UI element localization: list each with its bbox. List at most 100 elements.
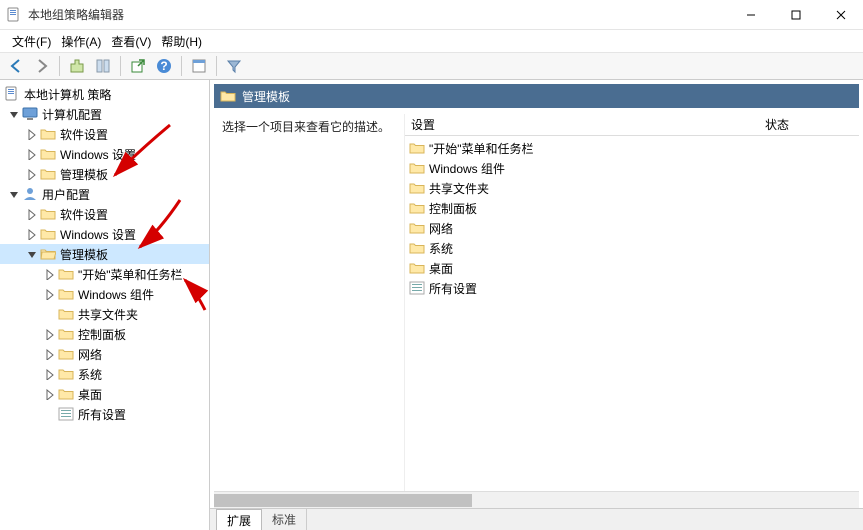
tree-computer-config[interactable]: 计算机配置 [0,104,209,124]
expand-icon[interactable] [44,368,56,380]
tree-root[interactable]: 本地计算机 策略 [0,84,209,104]
policy-icon [4,86,20,102]
export-button[interactable] [126,54,150,78]
list-item[interactable]: 系统 [405,238,859,258]
tree-user-admin[interactable]: 管理模板 [0,244,209,264]
tree-admin-windows-components[interactable]: Windows 组件 [0,284,209,304]
user-icon [22,186,38,202]
tree-user-config[interactable]: 用户配置 [0,184,209,204]
expand-icon[interactable] [44,268,56,280]
folder-icon [58,306,74,322]
menu-file[interactable]: 文件(F) [8,31,55,52]
item-label: Windows 组件 [429,160,505,177]
folder-icon [40,146,56,162]
folder-icon [58,346,74,362]
tree-admin-shared-folders[interactable]: 共享文件夹 [0,304,209,324]
tree-label: 管理模板 [60,246,108,263]
expand-icon[interactable] [44,328,56,340]
tree-computer-admin[interactable]: 管理模板 [0,164,209,184]
tree-label: 控制面板 [78,326,126,343]
tree-label: 系统 [78,366,102,383]
properties-button[interactable] [187,54,211,78]
separator [59,56,60,76]
show-hide-tree-button[interactable] [91,54,115,78]
tree-label: 网络 [78,346,102,363]
menu-help[interactable]: 帮助(H) [157,31,206,52]
toolbar [0,52,863,80]
tree-admin-network[interactable]: 网络 [0,344,209,364]
tree-label: 本地计算机 策略 [24,86,111,103]
list-item[interactable]: 桌面 [405,258,859,278]
help-button[interactable] [152,54,176,78]
maximize-button[interactable] [773,0,818,30]
expand-icon[interactable] [44,288,56,300]
expand-icon[interactable] [8,108,20,120]
column-state[interactable]: 状态 [765,116,845,133]
menu-bar: 文件(F) 操作(A) 查看(V) 帮助(H) [0,30,863,52]
tree-label: 所有设置 [78,406,126,423]
computer-icon [22,106,38,122]
expand-icon[interactable] [44,388,56,400]
expand-icon[interactable] [44,348,56,360]
menu-view[interactable]: 查看(V) [107,31,155,52]
folder-icon [220,88,236,104]
row-list[interactable]: "开始"菜单和任务栏 Windows 组件 共享文件夹 控制面板 网络 系统 桌… [405,136,859,491]
item-label: 网络 [429,220,453,237]
tree-user-software[interactable]: 软件设置 [0,204,209,224]
settings-list: 设置 状态 "开始"菜单和任务栏 Windows 组件 共享文件夹 控制面板 网… [404,114,859,491]
back-button[interactable] [4,54,28,78]
tree-label: 管理模板 [60,166,108,183]
up-button[interactable] [65,54,89,78]
expand-icon[interactable] [26,208,38,220]
folder-icon [409,140,425,156]
collapse-icon[interactable] [26,248,38,260]
column-headers[interactable]: 设置 状态 [405,114,859,136]
tree-label: "开始"菜单和任务栏 [78,266,183,283]
tree-admin-start-taskbar[interactable]: "开始"菜单和任务栏 [0,264,209,284]
expand-icon[interactable] [26,148,38,160]
folder-icon [40,226,56,242]
tree-admin-all-settings[interactable]: 所有设置 [0,404,209,424]
tab-extended[interactable]: 扩展 [216,509,262,530]
horizontal-scrollbar[interactable] [214,491,859,508]
scrollbar-thumb[interactable] [214,494,472,507]
list-item[interactable]: Windows 组件 [405,158,859,178]
tree-user-windows[interactable]: Windows 设置 [0,224,209,244]
expand-icon[interactable] [8,188,20,200]
close-button[interactable] [818,0,863,30]
tab-standard[interactable]: 标准 [261,508,307,530]
folder-icon [409,200,425,216]
menu-action[interactable]: 操作(A) [57,31,105,52]
forward-button[interactable] [30,54,54,78]
description-panel: 选择一个项目来查看它的描述。 [214,114,404,491]
separator [181,56,182,76]
tree-computer-software[interactable]: 软件设置 [0,124,209,144]
tree-admin-control-panel[interactable]: 控制面板 [0,324,209,344]
expand-icon[interactable] [26,128,38,140]
folder-icon [58,386,74,402]
expand-icon[interactable] [26,228,38,240]
tree-pane[interactable]: 本地计算机 策略 计算机配置 软件设置 Windows 设置 管理模板 用户配置 [0,80,210,530]
content-title: 管理模板 [242,88,290,105]
folder-open-icon [40,246,56,262]
tree-admin-desktop[interactable]: 桌面 [0,384,209,404]
content-pane: 管理模板 选择一个项目来查看它的描述。 设置 状态 "开始"菜单和任务栏 Win… [210,80,863,530]
folder-icon [58,366,74,382]
tree-label: Windows 组件 [78,286,154,303]
folder-icon [409,180,425,196]
list-item[interactable]: 所有设置 [405,278,859,298]
tree-admin-system[interactable]: 系统 [0,364,209,384]
list-item[interactable]: "开始"菜单和任务栏 [405,138,859,158]
filter-button[interactable] [222,54,246,78]
list-item[interactable]: 控制面板 [405,198,859,218]
list-item[interactable]: 网络 [405,218,859,238]
item-label: 系统 [429,240,453,257]
column-setting[interactable]: 设置 [405,116,765,133]
tree-label: Windows 设置 [60,146,136,163]
expand-icon[interactable] [26,168,38,180]
title-bar: 本地组策略编辑器 [0,0,863,30]
window-title: 本地组策略编辑器 [28,6,728,23]
minimize-button[interactable] [728,0,773,30]
tree-computer-windows[interactable]: Windows 设置 [0,144,209,164]
list-item[interactable]: 共享文件夹 [405,178,859,198]
